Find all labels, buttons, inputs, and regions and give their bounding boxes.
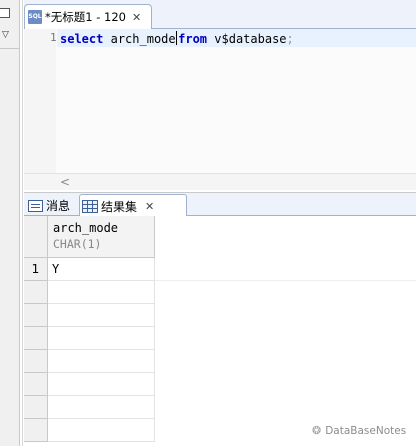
row-header[interactable]: 1	[24, 258, 48, 281]
sql-editor[interactable]: 1 select arch_mode from v$database;	[24, 29, 416, 173]
keyword-from: from	[178, 32, 208, 46]
wechat-icon: ❂	[312, 424, 322, 437]
grid-icon	[82, 199, 98, 213]
result-tab-bar: 消息 结果集 ✕	[24, 192, 416, 217]
chevron-down-icon[interactable]: ▽	[2, 30, 9, 40]
tab-messages[interactable]: 消息	[26, 194, 78, 217]
empty-row-header	[24, 304, 48, 327]
divider	[22, 0, 23, 446]
empty-row-header	[24, 419, 48, 442]
text-caret	[175, 31, 178, 45]
column-header[interactable]: arch_mode CHAR(1)	[48, 216, 155, 258]
grid-filler	[155, 258, 416, 281]
empty-cell	[48, 281, 155, 304]
tab-messages-label: 消息	[46, 199, 71, 213]
grid-corner[interactable]	[24, 216, 48, 258]
column-identifier: arch_mode	[110, 32, 176, 46]
editor-tab[interactable]: SQL *无标题1 - 120 ✕	[24, 4, 152, 29]
empty-cell	[48, 373, 155, 396]
line-number: 1	[50, 31, 57, 44]
horizontal-scrollbar[interactable]: <	[24, 173, 416, 190]
empty-row-header	[24, 281, 48, 304]
watermark-text: DataBaseNotes	[325, 424, 407, 437]
line-number-gutter	[24, 29, 56, 173]
empty-cell	[48, 419, 155, 442]
divider	[0, 48, 20, 49]
keyword-select: select	[60, 32, 104, 46]
sql-file-icon: SQL	[28, 10, 42, 24]
empty-cell	[48, 350, 155, 373]
restore-icon[interactable]	[0, 8, 10, 18]
column-name: arch_mode	[53, 221, 119, 235]
message-icon	[28, 199, 43, 212]
editor-tab-bar: SQL *无标题1 - 120 ✕	[24, 0, 416, 29]
result-grid[interactable]: arch_mode CHAR(1) 1 Y	[24, 216, 416, 446]
editor-tab-title: *无标题1 - 120	[45, 10, 126, 24]
table-cell[interactable]: Y	[48, 258, 155, 281]
empty-row-header	[24, 350, 48, 373]
empty-row-header	[24, 327, 48, 350]
empty-cell	[48, 304, 155, 327]
close-icon[interactable]: ✕	[145, 200, 154, 213]
column-type: CHAR(1)	[53, 237, 102, 251]
table-identifier: v$database	[214, 32, 287, 46]
tab-result-set-label: 结果集	[101, 199, 138, 214]
left-panel-strip: ▽	[0, 0, 20, 446]
empty-cell	[48, 396, 155, 419]
tab-result-set[interactable]: 结果集 ✕	[79, 194, 187, 217]
watermark: ❂ DataBaseNotes	[310, 423, 409, 438]
empty-row-header	[24, 396, 48, 419]
statement-terminator: ;	[286, 32, 294, 46]
empty-row-header	[24, 373, 48, 396]
sql-statement[interactable]: select arch_mode from v$database;	[60, 31, 294, 46]
scroll-left-icon[interactable]: <	[60, 175, 70, 189]
empty-cell	[48, 327, 155, 350]
close-icon[interactable]: ✕	[132, 11, 141, 24]
